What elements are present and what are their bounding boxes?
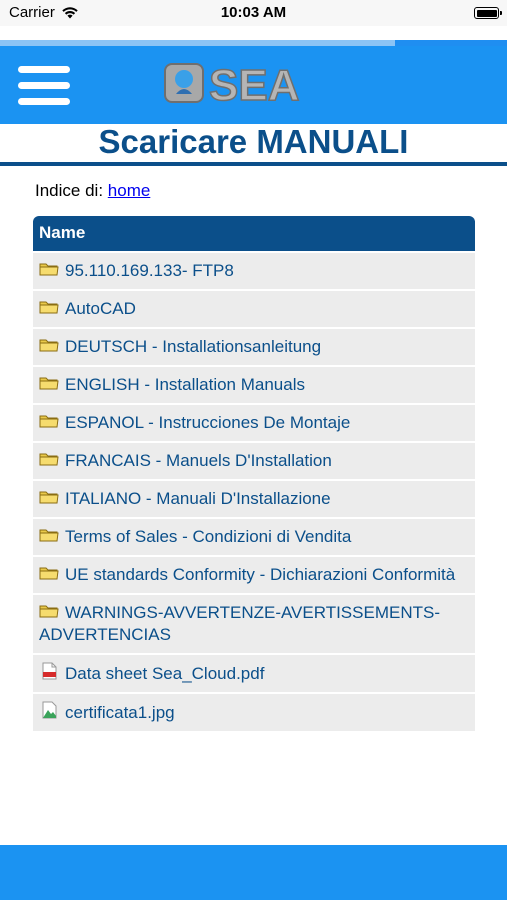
list-item-label: 95.110.169.133- FTP8 [65,261,234,280]
image-file-icon [39,701,59,719]
list-item[interactable]: WARNINGS-AVVERTENZE-AVERTISSEMENTS-ADVER… [33,595,475,653]
clock: 10:03 AM [220,4,287,21]
list-item[interactable]: ESPANOL - Instrucciones De Montaje [33,405,475,441]
folder-icon [39,527,59,543]
list-item-label: ESPANOL - Instrucciones De Montaje [65,413,351,432]
list-item[interactable]: FRANCAIS - Manuels D'Installation [33,443,475,479]
list-item-label: WARNINGS-AVVERTENZE-AVERTISSEMENTS-ADVER… [39,603,440,644]
list-item-label: UE standards Conformity - Dichiarazioni … [65,565,456,584]
pdf-file-icon [39,662,59,680]
hamburger-icon[interactable] [18,66,70,106]
status-bar: Carrier 10:03 AM [0,0,507,26]
breadcrumb: Indice di: home [35,181,150,201]
list-item-label: FRANCAIS - Manuels D'Installation [65,451,332,470]
sea-logo: SEA [164,60,300,106]
folder-icon [39,489,59,505]
list-item[interactable]: ITALIANO - Manuali D'Installazione [33,481,475,517]
folder-icon [39,603,59,619]
folder-icon [39,451,59,467]
list-item[interactable]: DEUTSCH - Installationsanleitung [33,329,475,365]
title-divider [0,162,507,166]
list-item-label: ITALIANO - Manuali D'Installazione [65,489,331,508]
file-list: Name 95.110.169.133- FTP8 AutoCAD DEUTSCH … [33,216,475,733]
logo-text: SEA [209,61,299,106]
list-item[interactable]: 95.110.169.133- FTP8 [33,253,475,289]
list-item[interactable]: ENGLISH - Installation Manuals [33,367,475,403]
list-item[interactable]: AutoCAD [33,291,475,327]
page-title: Scaricare MANUALI [98,123,409,160]
app-header: SEA [0,46,507,124]
list-item-label: Terms of Sales - Condizioni di Vendita [65,527,352,546]
app-footer [0,845,507,900]
column-header-name[interactable]: Name [33,216,475,251]
folder-icon [39,565,59,581]
folder-icon [39,413,59,429]
list-item-label: Data sheet Sea_Cloud.pdf [65,664,265,683]
list-item[interactable]: Terms of Sales - Condizioni di Vendita [33,519,475,555]
list-item[interactable]: certificata1.jpg [33,694,475,731]
list-item-label: AutoCAD [65,299,136,318]
folder-icon [39,261,59,277]
home-link[interactable]: home [108,181,151,200]
index-label: Indice di: [35,181,104,200]
list-item-label: DEUTSCH - Installationsanleitung [65,337,322,356]
list-item[interactable]: UE standards Conformity - Dichiarazioni … [33,557,475,593]
list-item-label: ENGLISH - Installation Manuals [65,375,305,394]
folder-icon [39,337,59,353]
list-item[interactable]: Data sheet Sea_Cloud.pdf [33,655,475,692]
folder-icon [39,375,59,391]
folder-icon [39,299,59,315]
list-item-label: certificata1.jpg [65,703,175,722]
battery-icon [474,7,502,19]
